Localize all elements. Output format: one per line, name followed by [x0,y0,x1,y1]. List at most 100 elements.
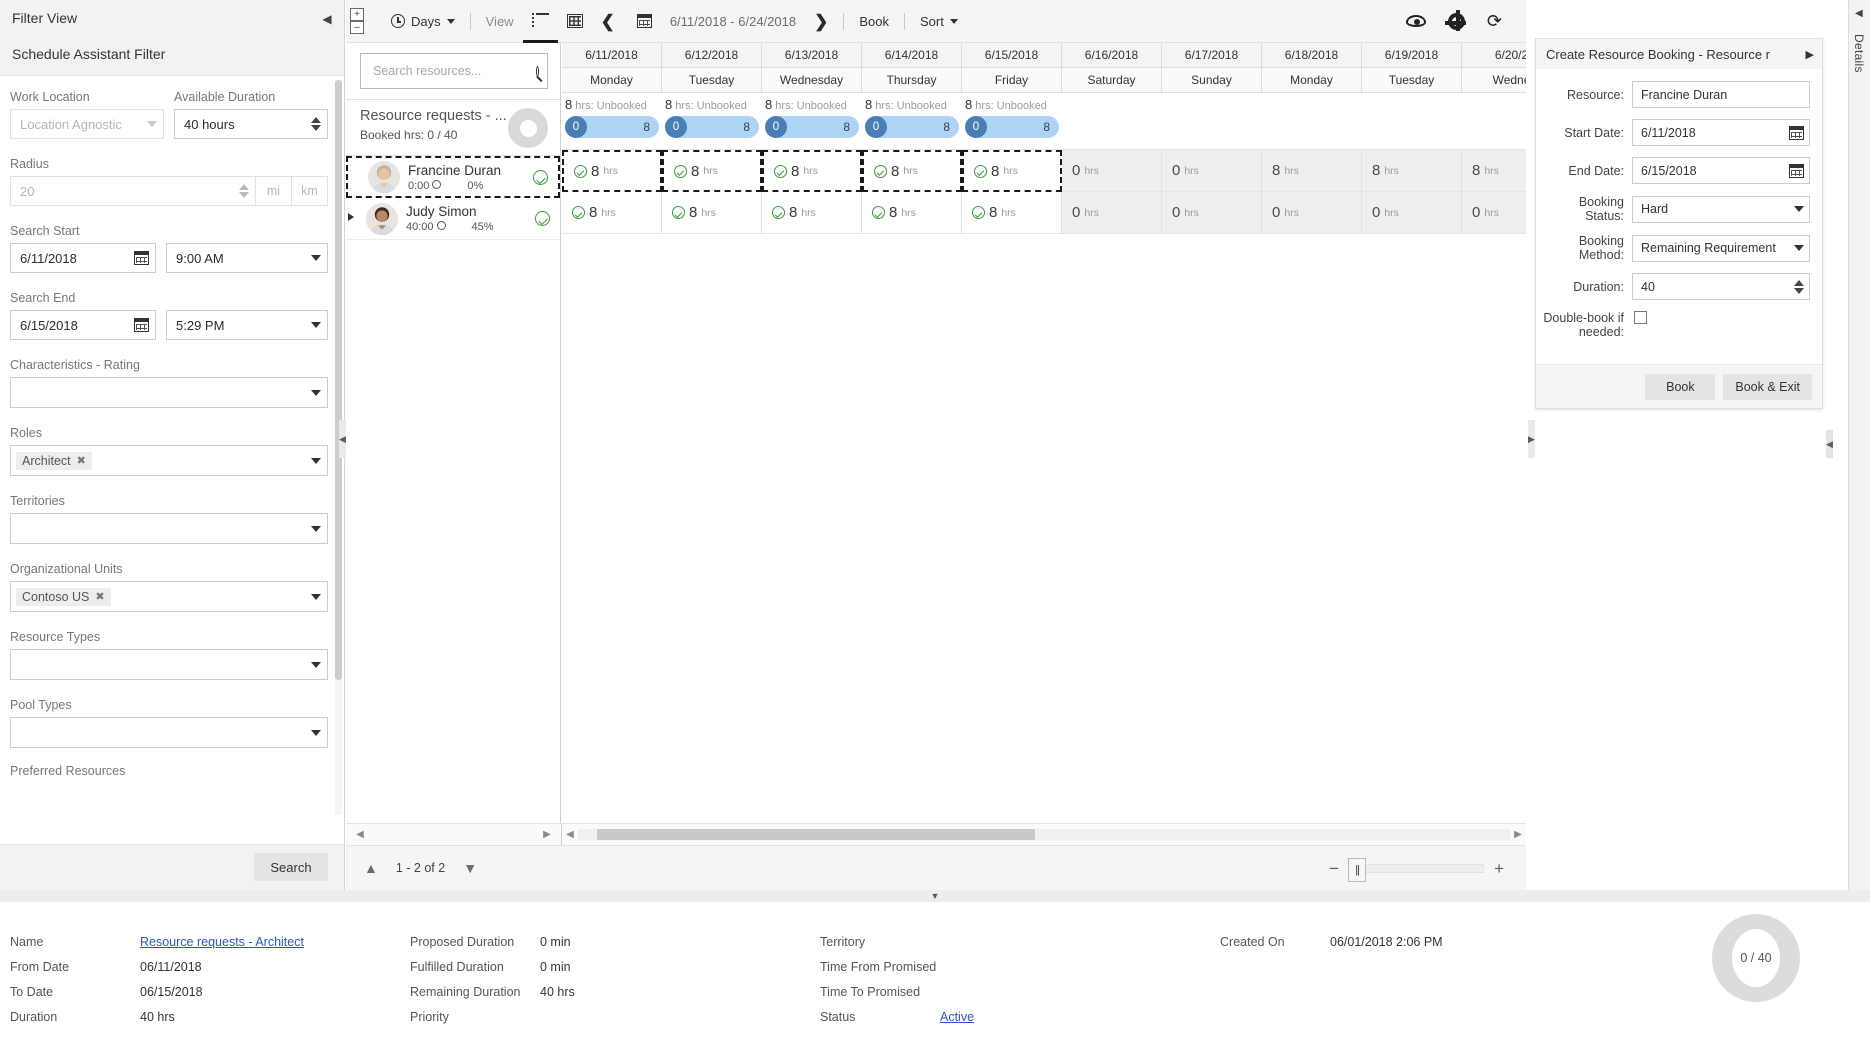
page-down-icon[interactable]: ▼ [463,860,477,876]
grid-availability-cell[interactable]: 8hrs [762,150,862,192]
sort-dropdown[interactable]: Sort [911,0,967,43]
detail-value[interactable]: Resource requests - Architect [140,930,304,955]
search-end-time-select[interactable]: 5:29 PM [166,310,328,340]
detail-link[interactable]: Active [940,1010,974,1024]
detail-link[interactable]: Resource requests - Architect [140,935,304,949]
org-units-chip[interactable]: Contoso US ✖ [16,588,111,606]
date-picker-button[interactable] [624,0,661,43]
requirement-band-cell[interactable]: 8 hrs: Unbooked08 [662,93,762,149]
grid-availability-cell[interactable]: 0hrs [1062,150,1162,192]
zoom-slider-thumb[interactable] [1348,858,1366,882]
grid-availability-cell[interactable]: 8hrs [1362,150,1462,192]
territories-select[interactable] [10,513,328,544]
double-book-checkbox[interactable] [1634,311,1647,324]
grid-availability-cell[interactable]: 0hrs [1262,192,1362,234]
grid-availability-cell[interactable]: 0hrs [1162,192,1262,234]
gear-icon[interactable] [1448,13,1465,30]
book-and-exit-button[interactable]: Book & Exit [1723,374,1812,400]
requirement-pill[interactable]: 08 [565,116,659,138]
requirement-pill[interactable]: 08 [665,116,759,138]
requirement-band-cell[interactable]: 8 hrs: Unbooked08 [962,93,1062,149]
booking-end-date-input[interactable]: 6/15/2018 [1632,157,1810,184]
scroll-right-icon[interactable]: ▶ [539,829,555,840]
resource-hscrollbar[interactable]: ◀ ▶ [346,823,562,845]
stepper-icon[interactable] [311,117,321,131]
radius-stepper-icon[interactable] [239,184,249,198]
requirement-pill[interactable]: 08 [765,116,859,138]
unit-km-button[interactable]: km [292,176,328,206]
details-splitter[interactable]: ◀ [1826,430,1833,458]
grid-availability-cell[interactable]: 0hrs [1062,192,1162,234]
stepper-icon[interactable] [1794,280,1804,294]
book-button[interactable]: Book [1645,374,1715,400]
zoom-out-button[interactable]: − [1329,860,1339,877]
roles-select[interactable]: Architect ✖ [10,445,328,476]
grid-availability-cell[interactable]: 0hrs [1362,192,1462,234]
zoom-slider-track[interactable] [1349,864,1484,873]
booking-duration-input[interactable]: 40 [1632,273,1810,300]
requirement-band-cell[interactable] [1062,93,1162,149]
booking-status-select[interactable]: Hard [1632,196,1810,223]
remove-chip-icon[interactable]: ✖ [77,454,86,467]
requirement-band-cell[interactable]: 8 hrs: Unbooked08 [562,93,662,149]
calendar-icon[interactable] [134,251,149,265]
booking-resource-input[interactable]: Francine Duran [1632,81,1810,108]
page-up-icon[interactable]: ▲ [364,860,378,876]
grid-availability-cell[interactable]: 8hrs [762,192,862,234]
expand-panel-icon[interactable]: ▶ [1806,48,1814,61]
grid-hscrollbar[interactable]: ◀ ▶ [562,823,1526,845]
requirement-pill[interactable]: 08 [965,116,1059,138]
grid-availability-cell[interactable]: 8hrs [562,150,662,192]
work-location-select[interactable]: Location Agnostic [10,109,164,139]
calendar-icon[interactable] [1789,164,1804,178]
chevron-left-icon[interactable]: ◀ [1855,8,1863,19]
expand-resource-icon[interactable] [348,213,354,221]
filter-splitter[interactable]: ◀ [339,420,346,458]
detail-value[interactable]: Active [940,1005,974,1030]
search-icon[interactable] [536,66,539,77]
requirement-pill[interactable]: 08 [865,116,959,138]
next-period-button[interactable]: ❯ [805,0,837,43]
grid-availability-cell[interactable]: 8hrs [862,150,962,192]
requirement-band-cell[interactable] [1362,93,1462,149]
scroll-right-icon[interactable]: ▶ [1510,829,1526,840]
collapse-filter-icon[interactable]: ◀ [318,10,336,28]
search-end-date-input[interactable]: 6/15/2018 [10,310,156,340]
scheduler-right-splitter[interactable]: ▶ [1528,420,1535,458]
grid-availability-cell[interactable]: 8hrs [862,192,962,234]
grid-availability-cell[interactable]: 8hrs [662,192,762,234]
details-tab[interactable]: ◀ Details [1848,0,1870,890]
previous-period-button[interactable]: ❮ [592,0,624,43]
requirement-band-cell[interactable]: 8 hrs: Unbooked08 [862,93,962,149]
resource-search-box[interactable] [360,53,548,89]
booking-method-select[interactable]: Remaining Requirement [1632,235,1810,262]
calendar-icon[interactable] [134,318,149,332]
requirement-band-cell[interactable] [1162,93,1262,149]
grid-availability-cell[interactable]: 0hrs [1162,150,1262,192]
grid-availability-cell[interactable]: 8hrs [1462,150,1526,192]
grid-availability-cell[interactable]: 8hrs [962,192,1062,234]
roles-chip[interactable]: Architect ✖ [16,452,92,470]
grid-availability-cell[interactable]: 8hrs [562,192,662,234]
filter-scrollbar-thumb[interactable] [335,80,342,680]
refresh-icon[interactable]: ⟳ [1487,12,1502,30]
search-button[interactable]: Search [254,853,328,881]
grid-availability-cell[interactable]: 8hrs [1262,150,1362,192]
expand-all-icon[interactable]: + [350,8,364,21]
resource-list-item[interactable]: Francine Duran0:000% [346,156,560,198]
hscrollbar-thumb[interactable] [597,829,1035,840]
scroll-left-icon[interactable]: ◀ [352,829,368,840]
hscrollbar-track[interactable] [578,829,1510,840]
pool-types-select[interactable] [10,717,328,748]
radius-input[interactable]: 20 [10,176,256,206]
collapse-all-icon[interactable]: – [350,21,364,34]
characteristics-select[interactable] [10,377,328,408]
list-view-button[interactable] [523,0,558,43]
search-start-time-select[interactable]: 9:00 AM [166,243,328,273]
grid-availability-cell[interactable]: 0hrs [1462,192,1526,234]
org-units-select[interactable]: Contoso US ✖ [10,581,328,612]
booking-start-date-input[interactable]: 6/11/2018 [1632,119,1810,146]
resource-list-item[interactable]: Judy Simon40:0045% [346,198,560,240]
search-input[interactable] [371,63,536,79]
grid-availability-cell[interactable]: 8hrs [962,150,1062,192]
